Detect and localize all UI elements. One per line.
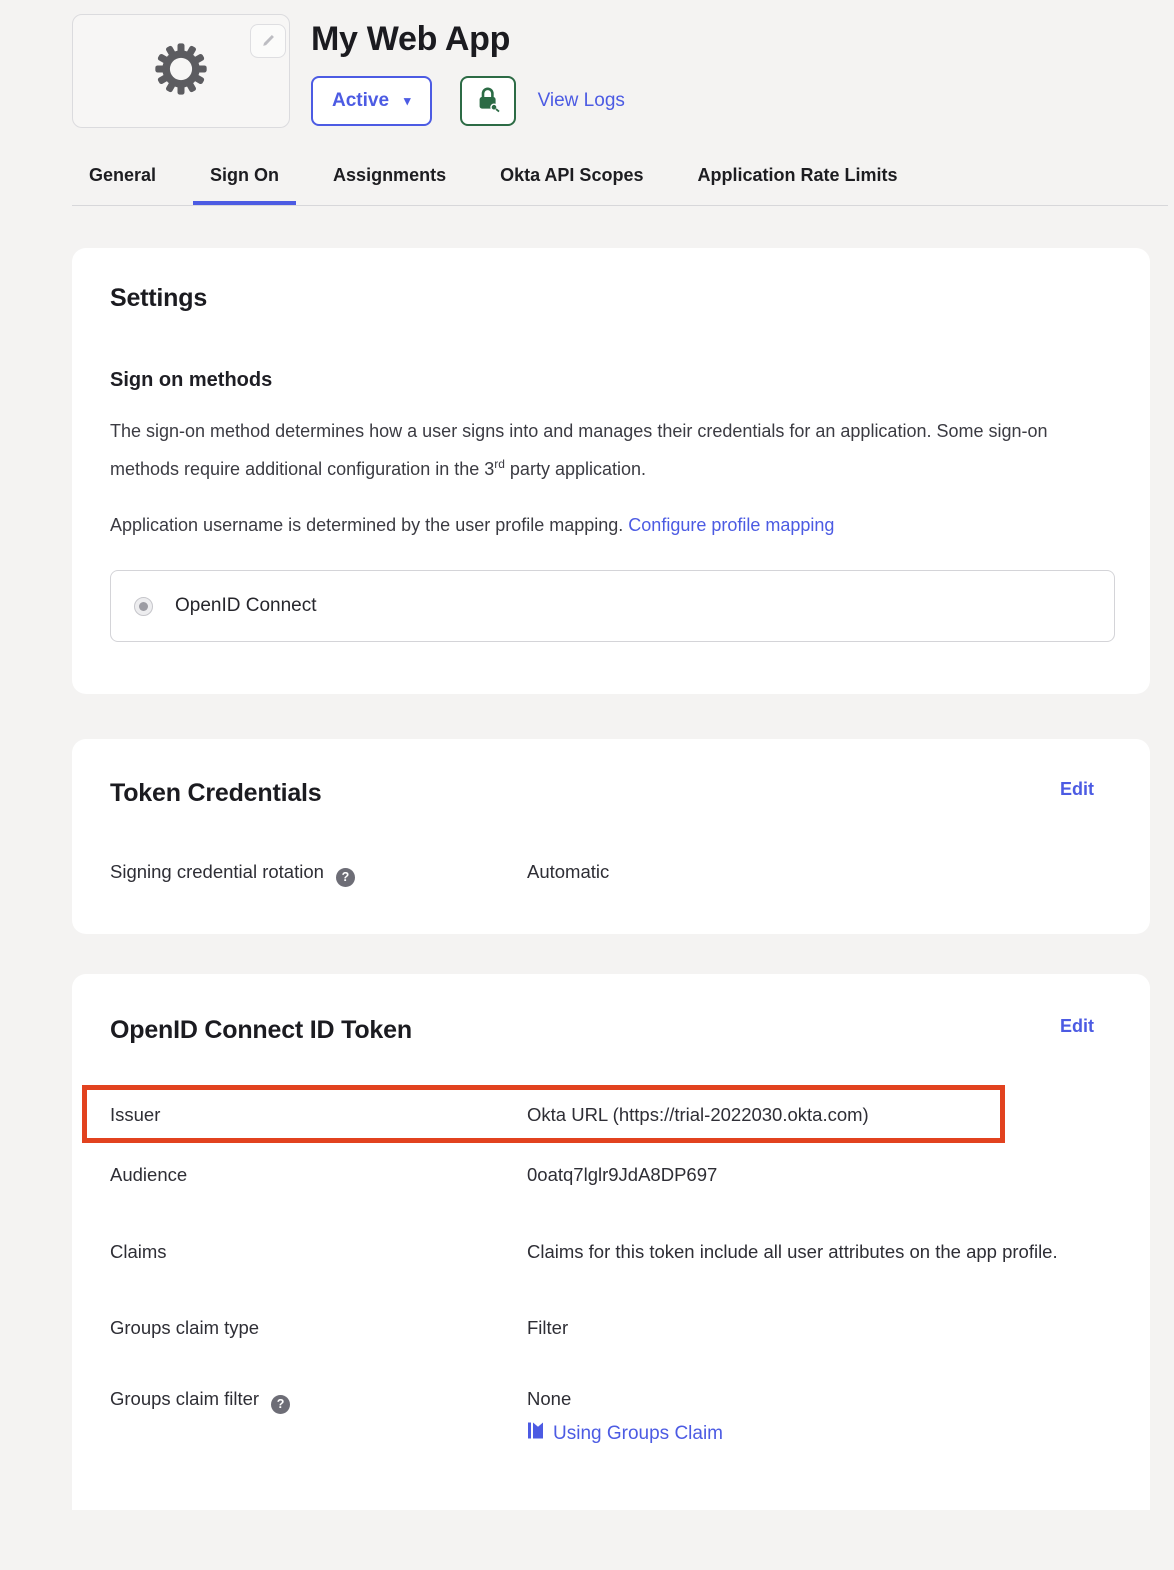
configure-profile-mapping-link[interactable]: Configure profile mapping: [628, 515, 834, 535]
audience-value: 0oatq7lglr9JdA8DP697: [527, 1161, 1094, 1188]
gear-icon: [153, 41, 209, 102]
sign-on-methods-description: The sign-on method determines how a user…: [110, 415, 1055, 486]
edit-logo-button[interactable]: [250, 24, 286, 58]
claims-row: Claims Claims for this token include all…: [110, 1233, 1094, 1270]
id-token-rows: Audience 0oatq7lglr9JdA8DP697 Claims Cla…: [72, 1161, 1150, 1447]
id-token-title: OpenID Connect ID Token: [110, 1016, 412, 1045]
secure-app-button[interactable]: [460, 76, 516, 126]
row-label: Claims: [110, 1233, 527, 1270]
sign-on-method-option[interactable]: OpenID Connect: [110, 570, 1115, 642]
groups-claim-type-row: Groups claim type Filter: [110, 1314, 1094, 1341]
row-label-text: Groups claim filter: [110, 1388, 259, 1409]
row-label: Groups claim filter?: [110, 1385, 527, 1414]
token-credentials-card: Token Credentials Edit Signing credentia…: [72, 739, 1150, 934]
signing-credential-rotation-row: Signing credential rotation? Automatic: [110, 858, 1094, 887]
token-credentials-edit-link[interactable]: Edit: [1060, 779, 1094, 800]
username-note-text: Application username is determined by th…: [110, 515, 628, 535]
row-label: Issuer: [110, 1101, 527, 1128]
row-label-text: Signing credential rotation: [110, 861, 324, 882]
issuer-row: Issuer Okta URL (https://trial-2022030.o…: [87, 1101, 1000, 1128]
settings-card-title: Settings: [110, 284, 1094, 313]
tab-sign-on[interactable]: Sign On: [193, 165, 296, 205]
using-groups-claim-row: Using Groups Claim: [527, 1420, 1094, 1447]
tab-application-rate-limits[interactable]: Application Rate Limits: [680, 165, 914, 205]
sign-on-methods-heading: Sign on methods: [110, 369, 1094, 392]
help-icon[interactable]: ?: [271, 1395, 290, 1414]
app-header-main: My Web App Active ▾ View Logs: [311, 14, 625, 128]
description-text-end: party application.: [505, 459, 646, 479]
row-label: Audience: [110, 1161, 527, 1188]
page-title: My Web App: [311, 20, 625, 59]
id-token-edit-link[interactable]: Edit: [1060, 1016, 1094, 1037]
issuer-highlight-box: Issuer Okta URL (https://trial-2022030.o…: [82, 1085, 1005, 1143]
tab-assignments[interactable]: Assignments: [316, 165, 463, 205]
lock-key-icon: [475, 86, 500, 116]
claims-value: Claims for this token include all user a…: [527, 1233, 1094, 1270]
groups-claim-filter-value: None: [527, 1385, 1094, 1412]
radio-selected-icon[interactable]: [134, 597, 153, 616]
help-icon[interactable]: ?: [336, 868, 355, 887]
app-status-label: Active: [332, 90, 389, 112]
row-value: Automatic: [527, 858, 1094, 885]
caret-down-icon: ▾: [404, 93, 411, 109]
audience-row: Audience 0oatq7lglr9JdA8DP697: [110, 1161, 1094, 1188]
token-credentials-title: Token Credentials: [110, 779, 321, 808]
row-label: Signing credential rotation?: [110, 858, 527, 887]
using-groups-claim-link[interactable]: Using Groups Claim: [553, 1420, 723, 1447]
app-status-dropdown[interactable]: Active ▾: [311, 76, 432, 126]
groups-claim-type-value: Filter: [527, 1314, 1094, 1341]
tab-okta-api-scopes[interactable]: Okta API Scopes: [483, 165, 660, 205]
settings-card: Settings Sign on methods The sign-on met…: [72, 248, 1150, 694]
app-logo-tile: [72, 14, 290, 128]
pencil-icon: [261, 31, 276, 51]
tab-general[interactable]: General: [72, 165, 173, 205]
issuer-value: Okta URL (https://trial-2022030.okta.com…: [527, 1101, 1000, 1128]
view-logs-link[interactable]: View Logs: [538, 90, 625, 112]
sign-on-method-label: OpenID Connect: [175, 595, 317, 617]
id-token-card: OpenID Connect ID Token Edit Issuer Okta…: [72, 974, 1150, 1510]
app-header: My Web App Active ▾ View Logs: [72, 14, 1174, 128]
tab-bar: General Sign On Assignments Okta API Sco…: [72, 165, 1168, 206]
groups-claim-filter-value-cell: None Using Groups Claim: [527, 1385, 1094, 1447]
username-mapping-note: Application username is determined by th…: [110, 509, 1055, 542]
groups-claim-filter-row: Groups claim filter? None Using Groups C…: [110, 1385, 1094, 1447]
book-icon: [527, 1420, 544, 1447]
header-actions: Active ▾ View Logs: [311, 76, 625, 126]
ordinal-superscript: rd: [494, 457, 505, 471]
row-label: Groups claim type: [110, 1314, 527, 1341]
